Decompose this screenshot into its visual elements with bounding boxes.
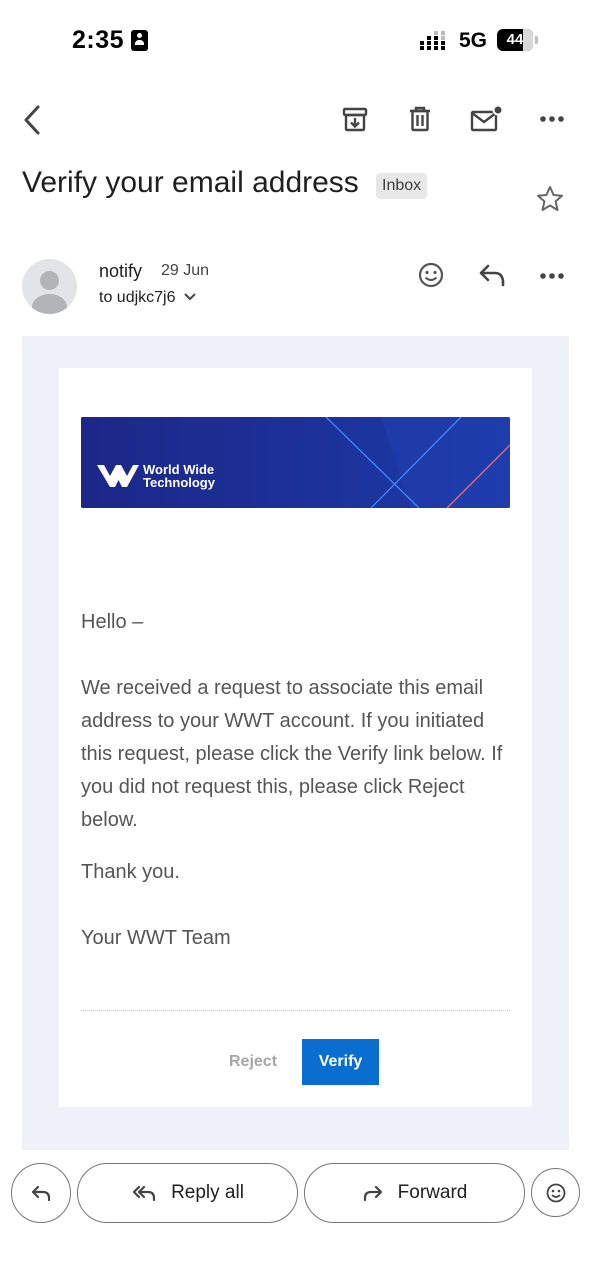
star-icon[interactable]	[530, 180, 570, 218]
wwt-logo-icon	[97, 465, 139, 487]
reply-icon[interactable]	[474, 258, 510, 292]
more-dots-icon[interactable]	[534, 104, 570, 134]
chevron-down-icon	[184, 293, 196, 301]
trash-icon[interactable]	[401, 100, 439, 138]
signature-text: Your WWT Team	[81, 927, 231, 949]
emoji-icon	[546, 1183, 565, 1202]
back-arrow-icon[interactable]	[14, 100, 50, 140]
message-more-icon[interactable]	[534, 261, 570, 291]
signal-strength-icon	[420, 30, 452, 55]
battery-icon: 44	[497, 29, 533, 51]
greeting-text: Hello –	[81, 611, 144, 633]
recipient-text: to udjkc7j6	[99, 289, 176, 306]
reply-button[interactable]	[11, 1163, 71, 1223]
reject-link[interactable]: Reject	[229, 1053, 277, 1071]
mail-unread-icon[interactable]	[466, 100, 506, 138]
contact-card-icon	[131, 30, 148, 51]
battery-cap	[535, 36, 538, 44]
network-type: 5G	[459, 29, 488, 52]
archive-icon[interactable]	[336, 100, 374, 138]
wwt-banner: World Wide Technology	[81, 417, 510, 508]
emoji-button[interactable]	[531, 1168, 580, 1217]
reply-all-label: Reply all	[171, 1182, 244, 1203]
verify-button[interactable]: Verify	[302, 1039, 379, 1085]
recipient-details[interactable]: to udjkc7j6	[99, 289, 197, 307]
body-paragraph: We received a request to associate this …	[81, 677, 503, 831]
brand-name: World Wide Technology	[143, 462, 215, 490]
forward-button[interactable]: Forward	[304, 1163, 525, 1223]
sender-name: notify	[99, 261, 143, 281]
reply-all-button[interactable]: Reply all	[77, 1163, 298, 1223]
message-date: 29 Jun	[161, 262, 210, 279]
avatar[interactable]	[22, 259, 77, 314]
divider	[81, 1010, 510, 1011]
reply-icon	[31, 1185, 51, 1202]
battery-level: 44	[506, 31, 524, 48]
status-time: 2:35	[72, 26, 125, 54]
inbox-label-chip[interactable]: Inbox	[376, 173, 428, 199]
forward-icon	[363, 1185, 382, 1202]
emoji-react-icon[interactable]	[414, 258, 448, 292]
thanks-text: Thank you.	[81, 861, 180, 883]
forward-label: Forward	[397, 1182, 468, 1203]
reply-all-icon	[132, 1185, 156, 1202]
email-subject: Verify your email address	[22, 166, 359, 199]
